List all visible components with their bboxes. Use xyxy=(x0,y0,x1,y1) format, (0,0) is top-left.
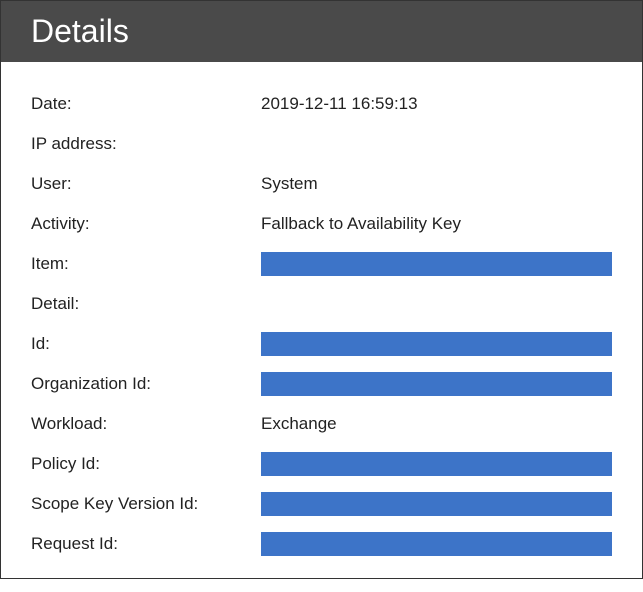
row-detail: Detail: xyxy=(31,292,612,316)
row-activity: Activity: Fallback to Availability Key xyxy=(31,212,612,236)
label-date: Date: xyxy=(31,94,261,114)
details-body: Date: 2019-12-11 16:59:13 IP address: Us… xyxy=(1,62,642,592)
value-item-redacted xyxy=(261,252,612,276)
value-request-id-redacted xyxy=(261,532,612,556)
value-id-redacted xyxy=(261,332,612,356)
row-scope-key: Scope Key Version Id: xyxy=(31,492,612,516)
value-date: 2019-12-11 16:59:13 xyxy=(261,94,612,114)
row-policy-id: Policy Id: xyxy=(31,452,612,476)
dialog-header: Details xyxy=(1,1,642,62)
label-detail: Detail: xyxy=(31,294,261,314)
label-scope-key: Scope Key Version Id: xyxy=(31,494,261,514)
label-user: User: xyxy=(31,174,261,194)
row-org-id: Organization Id: xyxy=(31,372,612,396)
value-org-id-redacted xyxy=(261,372,612,396)
value-scope-key-redacted xyxy=(261,492,612,516)
row-ip: IP address: xyxy=(31,132,612,156)
row-user: User: System xyxy=(31,172,612,196)
label-request-id: Request Id: xyxy=(31,534,261,554)
dialog-title: Details xyxy=(31,13,129,49)
label-id: Id: xyxy=(31,334,261,354)
label-activity: Activity: xyxy=(31,214,261,234)
label-workload: Workload: xyxy=(31,414,261,434)
row-id: Id: xyxy=(31,332,612,356)
row-request-id: Request Id: xyxy=(31,532,612,556)
value-user: System xyxy=(261,174,612,194)
label-org-id: Organization Id: xyxy=(31,374,261,394)
row-date: Date: 2019-12-11 16:59:13 xyxy=(31,92,612,116)
label-policy-id: Policy Id: xyxy=(31,454,261,474)
value-policy-id-redacted xyxy=(261,452,612,476)
row-workload: Workload: Exchange xyxy=(31,412,612,436)
details-dialog: Details Date: 2019-12-11 16:59:13 IP add… xyxy=(0,0,643,579)
label-item: Item: xyxy=(31,254,261,274)
label-ip: IP address: xyxy=(31,134,261,154)
value-activity: Fallback to Availability Key xyxy=(261,214,612,234)
value-workload: Exchange xyxy=(261,414,612,434)
row-item: Item: xyxy=(31,252,612,276)
